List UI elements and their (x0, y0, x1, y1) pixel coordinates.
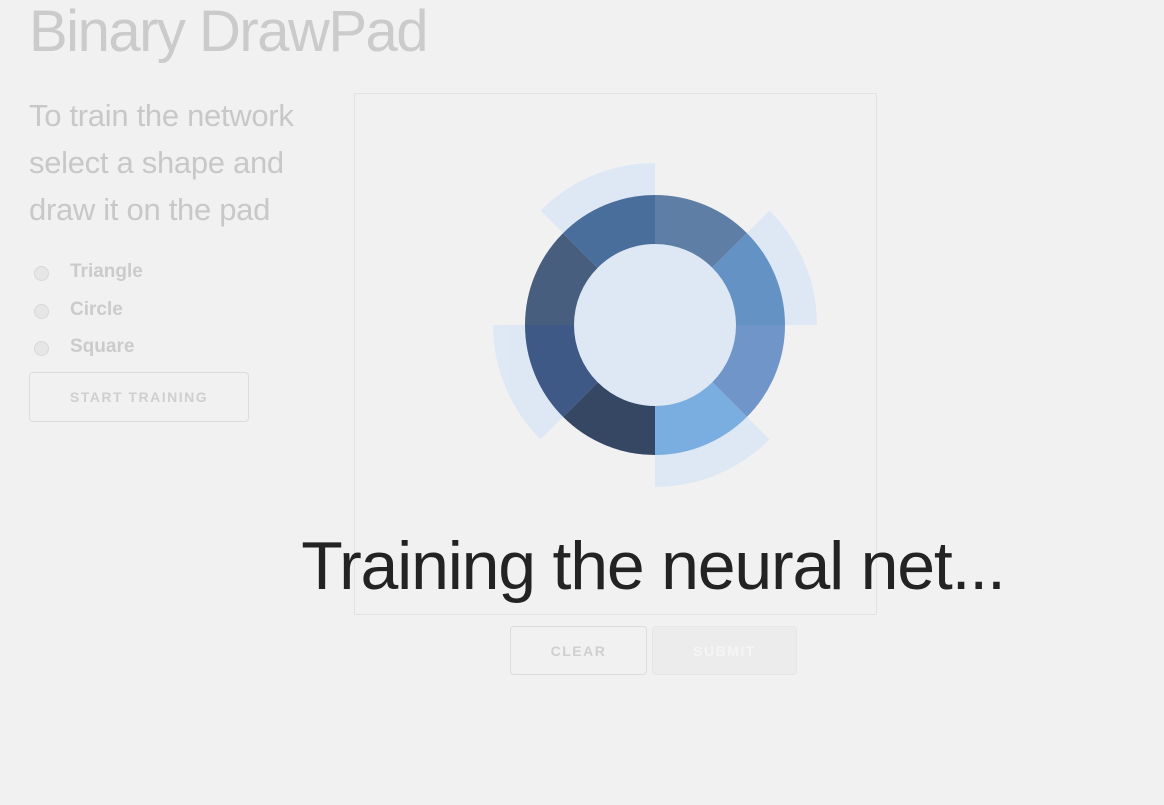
circle-radio[interactable] (34, 303, 49, 319)
shape-option-square[interactable]: Square (34, 333, 234, 371)
instruction-line: select a shape and (29, 145, 284, 180)
instruction-line: draw it on the pad (29, 192, 271, 227)
app-title: Binary DrawPad (29, 0, 429, 64)
shape-option-circle[interactable]: Circle (34, 296, 234, 334)
square-label[interactable]: Square (70, 336, 134, 358)
shape-option-triangle[interactable]: Triangle (34, 258, 234, 296)
start-training-button[interactable]: START TRAINING (29, 372, 249, 422)
training-instructions: To train the network select a shape and … (29, 92, 329, 233)
shape-radio-group: Triangle Circle Square (34, 258, 234, 371)
loading-spinner-icon (493, 163, 817, 487)
training-status-message: Training the neural net... (301, 528, 1006, 604)
triangle-label[interactable]: Triangle (70, 261, 143, 283)
submit-button[interactable]: SUBMIT (652, 626, 797, 675)
triangle-radio[interactable] (34, 266, 49, 281)
square-radio[interactable] (34, 341, 49, 356)
clear-button[interactable]: CLEAR (510, 626, 647, 675)
app-page: Binary DrawPad To train the network sele… (0, 0, 1164, 805)
circle-label[interactable]: Circle (70, 299, 123, 321)
instruction-line: To train the network (29, 98, 294, 133)
